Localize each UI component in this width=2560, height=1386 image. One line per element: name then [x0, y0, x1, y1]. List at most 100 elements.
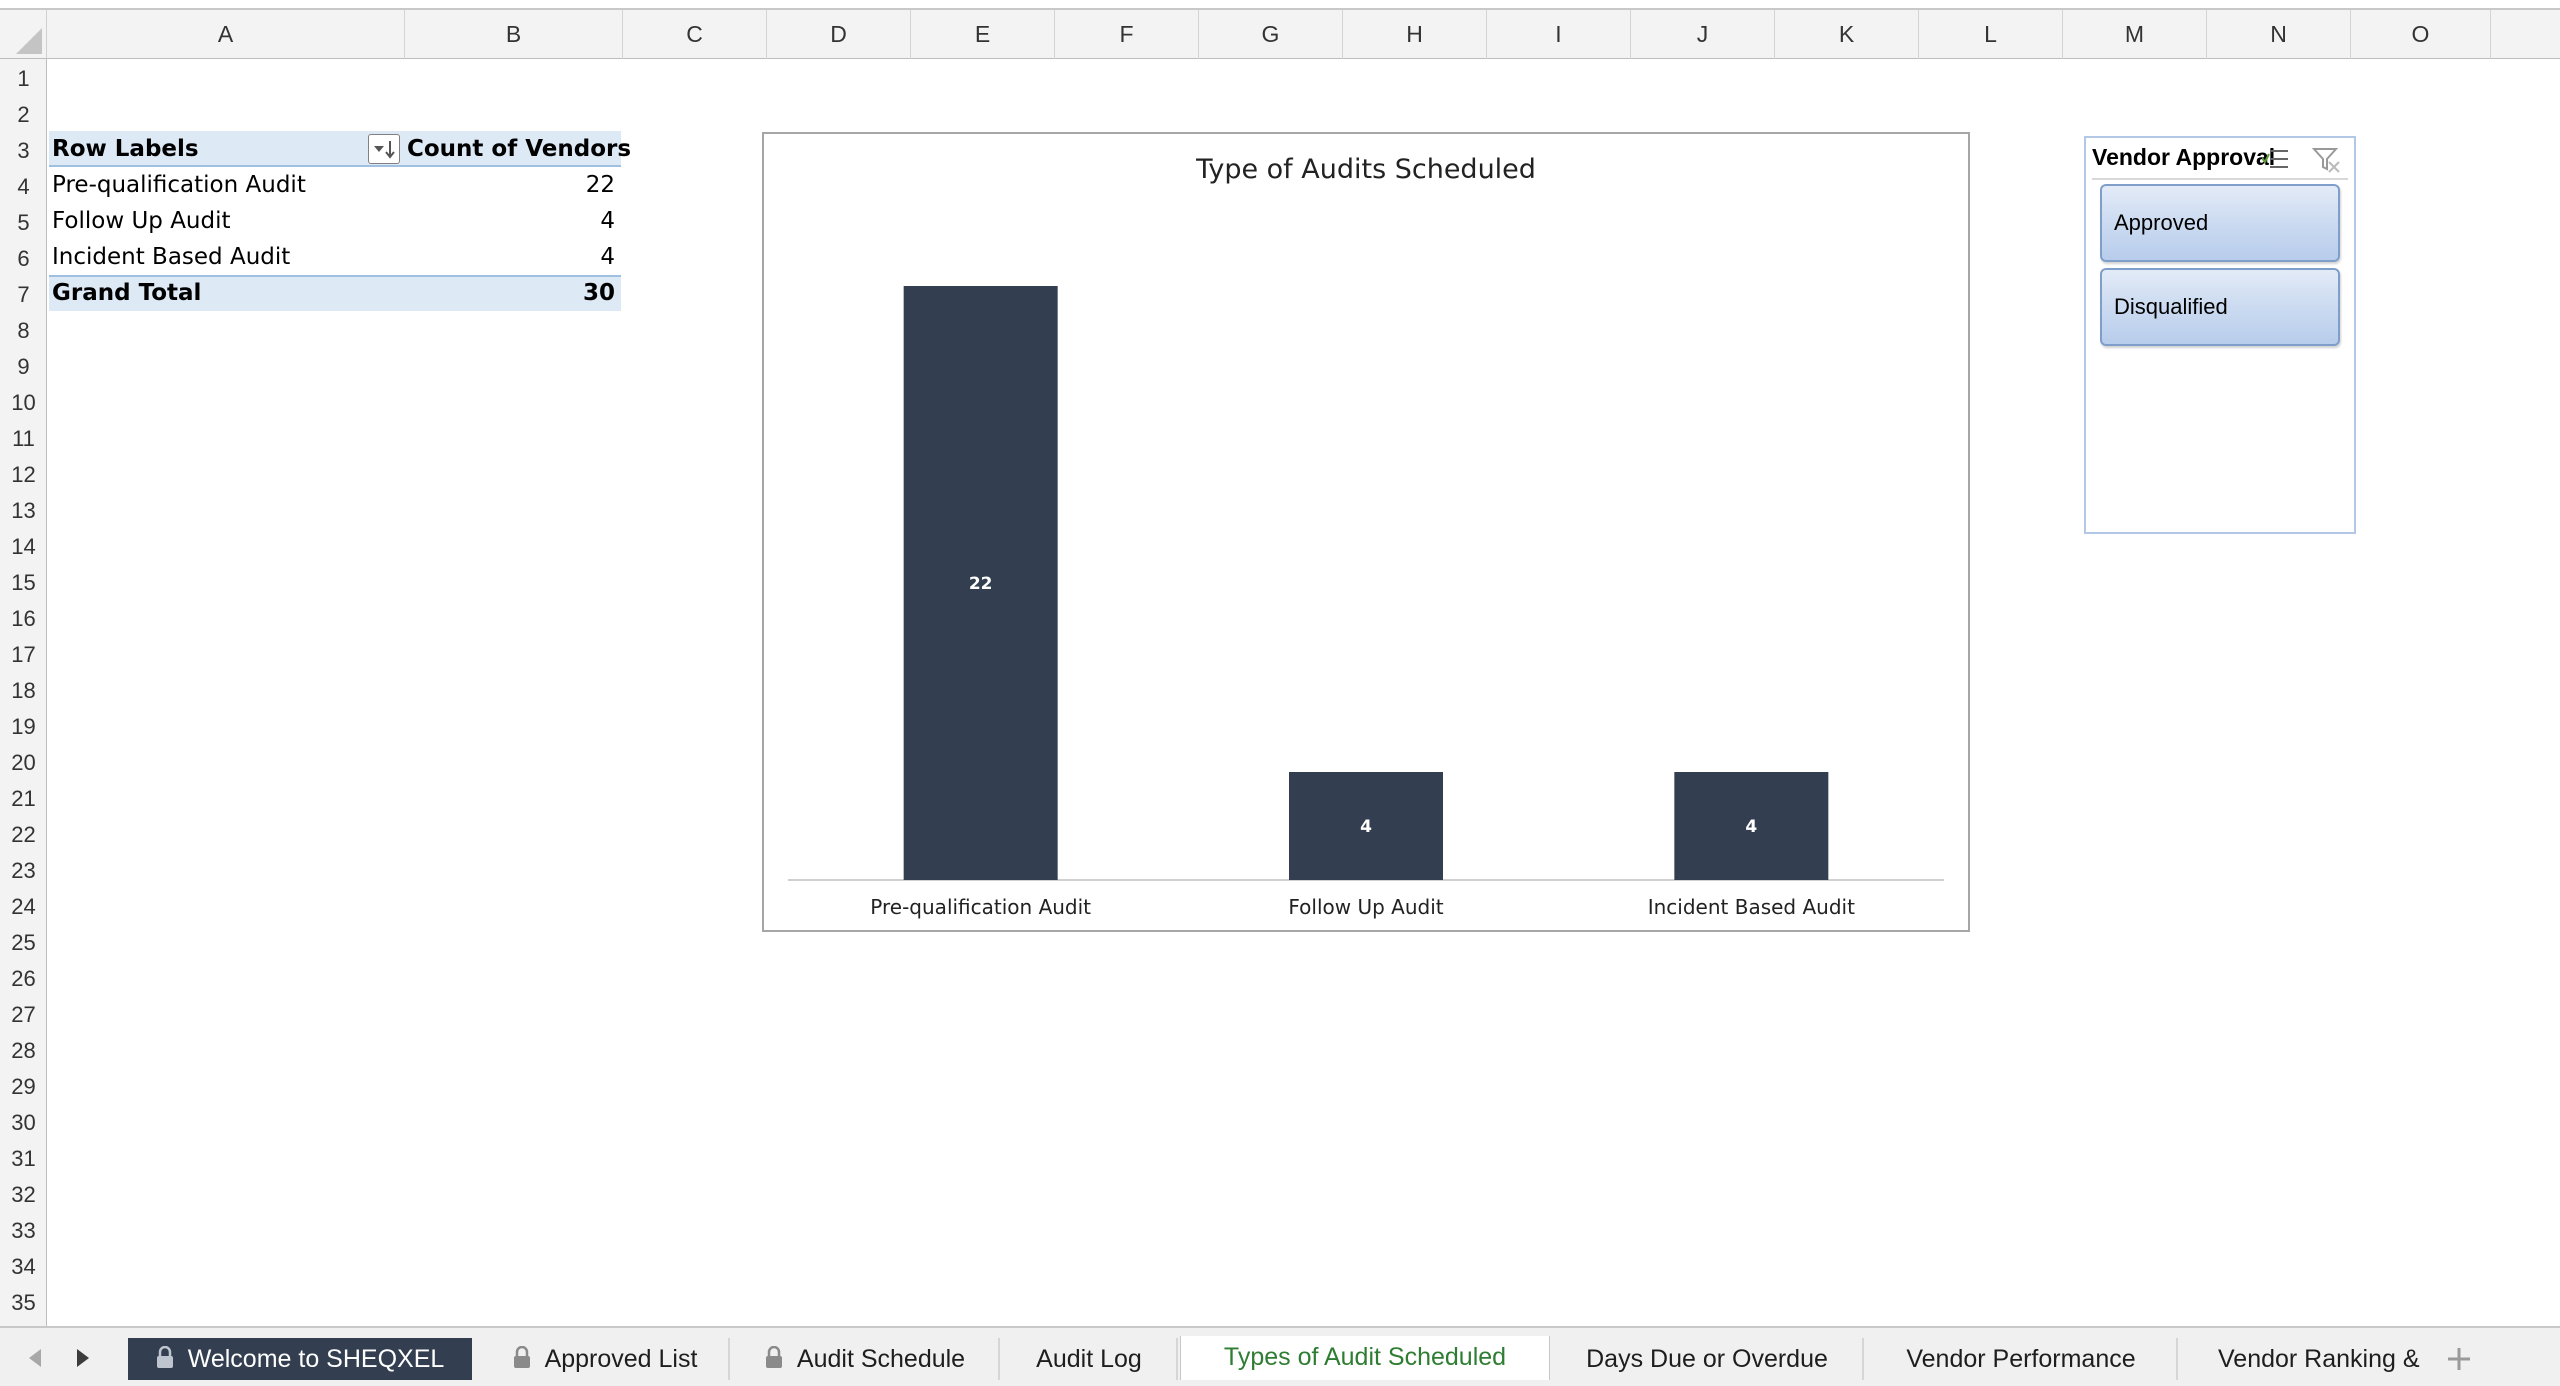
tab-audit-schedule[interactable]: Audit Schedule — [732, 1338, 1000, 1380]
row-header-4[interactable]: 4 — [0, 169, 47, 205]
lock-icon — [765, 1346, 782, 1369]
slicer-item-label: Approved — [2114, 210, 2209, 235]
column-header-o[interactable]: O — [2351, 10, 2491, 59]
row-header-8[interactable]: 8 — [0, 313, 47, 349]
multi-select-icon[interactable] — [2261, 146, 2290, 172]
tab-types-of-audit-scheduled[interactable]: Types of Audit Scheduled — [1180, 1336, 1550, 1380]
column-header-e[interactable]: E — [911, 10, 1055, 59]
row-header-23[interactable]: 23 — [0, 853, 47, 889]
slicer-item-approved[interactable]: Approved — [2100, 184, 2340, 262]
scroll-tabs-left-icon[interactable] — [24, 1346, 48, 1370]
select-all-corner[interactable] — [0, 10, 47, 59]
chart-canvas: Type of Audits Scheduled 22 Pre-qualificat… — [788, 154, 1944, 919]
column-header-b[interactable]: B — [405, 10, 623, 59]
row-header-19[interactable]: 19 — [0, 709, 47, 745]
tab-label: Approved List — [544, 1345, 698, 1373]
row-header-9[interactable]: 9 — [0, 349, 47, 385]
tab-days-due-or-overdue[interactable]: Days Due or Overdue — [1552, 1338, 1864, 1380]
tab-vendor-ranking[interactable]: Vendor Ranking & — [2180, 1338, 2420, 1380]
slicer-title: Vendor Approval — [2092, 144, 2276, 170]
chart-title: Type of Audits Scheduled — [1195, 154, 1536, 185]
column-header-h[interactable]: H — [1343, 10, 1487, 59]
row-header-7[interactable]: 7 — [0, 277, 47, 313]
row-header-17[interactable]: 17 — [0, 637, 47, 673]
tab-label: Types of Audit Scheduled — [1223, 1343, 1507, 1371]
tab-audit-log[interactable]: Audit Log — [1002, 1338, 1178, 1380]
row-header-31[interactable]: 31 — [0, 1141, 47, 1177]
row-header-34[interactable]: 34 — [0, 1249, 47, 1285]
tab-welcome-to-sheqxel[interactable]: Welcome to SHEQXEL — [128, 1338, 472, 1380]
row-header-13[interactable]: 13 — [0, 493, 47, 529]
column-header-bar[interactable]: ABCDEFGHIJKLMNO — [47, 10, 2560, 59]
select-all-triangle-icon — [16, 28, 42, 54]
pivot-filter-button[interactable] — [368, 134, 400, 164]
row-header-1[interactable]: 1 — [0, 61, 47, 97]
audit-type-bar-chart[interactable]: Type of Audits Scheduled 22 Pre-qualificat… — [762, 132, 1970, 932]
row-header-21[interactable]: 21 — [0, 781, 47, 817]
row-header-6[interactable]: 6 — [0, 241, 47, 277]
formula-bar-edge — [0, 0, 2560, 10]
chart-category-label: Follow Up Audit — [1288, 895, 1443, 919]
column-header-k[interactable]: K — [1775, 10, 1919, 59]
slicer-divider — [2092, 178, 2348, 180]
tab-label: Audit Schedule — [796, 1345, 966, 1373]
pivot-row-value[interactable]: 4 — [560, 244, 615, 270]
row-header-5[interactable]: 5 — [0, 205, 47, 241]
chart-category-label: Pre-qualification Audit — [870, 895, 1091, 919]
column-header-f[interactable]: F — [1055, 10, 1199, 59]
row-header-bar[interactable]: 1 2 3 4 5 6 7 8 9 10 11 12 13 14 15 16 17 18 19 20 21 22 23 24 2… — [0, 59, 47, 1326]
row-header-16[interactable]: 16 — [0, 601, 47, 637]
row-header-29[interactable]: 29 — [0, 1069, 47, 1105]
row-header-26[interactable]: 26 — [0, 961, 47, 997]
column-header-c[interactable]: C — [623, 10, 767, 59]
row-header-33[interactable]: 33 — [0, 1213, 47, 1249]
chart-data-label: 4 — [1360, 817, 1372, 837]
scroll-tabs-right-icon[interactable] — [70, 1346, 94, 1370]
column-header-n[interactable]: N — [2207, 10, 2351, 59]
row-header-27[interactable]: 27 — [0, 997, 47, 1033]
pivot-row-label[interactable]: Incident Based Audit — [52, 244, 290, 270]
vendor-approval-slicer[interactable]: Vendor Approval Approved Disqualified — [2084, 136, 2356, 534]
row-header-20[interactable]: 20 — [0, 745, 47, 781]
row-header-25[interactable]: 25 — [0, 925, 47, 961]
clear-filter-icon[interactable] — [2311, 146, 2342, 174]
row-header-14[interactable]: 14 — [0, 529, 47, 565]
pivot-row-label[interactable]: Follow Up Audit — [52, 208, 231, 234]
row-header-32[interactable]: 32 — [0, 1177, 47, 1213]
row-header-18[interactable]: 18 — [0, 673, 47, 709]
chart-category-label: Incident Based Audit — [1648, 895, 1855, 919]
row-header-12[interactable]: 12 — [0, 457, 47, 493]
slicer-item-disqualified[interactable]: Disqualified — [2100, 268, 2340, 346]
pivot-total-value[interactable]: 30 — [560, 280, 615, 306]
pivot-total-label[interactable]: Grand Total — [52, 280, 201, 306]
row-header-15[interactable]: 15 — [0, 565, 47, 601]
row-header-35[interactable]: 35 — [0, 1285, 47, 1321]
column-header-a[interactable]: A — [47, 10, 405, 59]
column-header-i[interactable]: I — [1487, 10, 1631, 59]
row-header-10[interactable]: 10 — [0, 385, 47, 421]
chart-data-label: 22 — [969, 574, 993, 594]
pivot-count-header[interactable]: Count of Vendors — [407, 136, 631, 162]
row-header-30[interactable]: 30 — [0, 1105, 47, 1141]
row-header-2[interactable]: 2 — [0, 97, 47, 133]
row-header-24[interactable]: 24 — [0, 889, 47, 925]
column-header-l[interactable]: L — [1919, 10, 2063, 59]
row-header-28[interactable]: 28 — [0, 1033, 47, 1069]
lock-icon — [156, 1346, 173, 1369]
add-sheet-icon[interactable] — [2444, 1344, 2474, 1374]
pivot-row-value[interactable]: 4 — [560, 208, 615, 234]
tab-approved-list[interactable]: Approved List — [482, 1338, 730, 1380]
tab-label: Audit Log — [1036, 1345, 1142, 1373]
column-header-m[interactable]: M — [2063, 10, 2207, 59]
tab-vendor-performance[interactable]: Vendor Performance — [1866, 1338, 2178, 1380]
row-header-3[interactable]: 3 — [0, 133, 47, 169]
column-header-j[interactable]: J — [1631, 10, 1775, 59]
pivot-row-value[interactable]: 22 — [560, 172, 615, 198]
column-header-g[interactable]: G — [1199, 10, 1343, 59]
row-header-11[interactable]: 11 — [0, 421, 47, 457]
sheet-tab-bar: Welcome to SHEQXEL Approved List Audit S… — [0, 1326, 2560, 1386]
row-header-22[interactable]: 22 — [0, 817, 47, 853]
column-header-d[interactable]: D — [767, 10, 911, 59]
pivot-row-label[interactable]: Pre-qualification Audit — [52, 172, 306, 198]
pivot-row-labels-header[interactable]: Row Labels — [52, 136, 199, 162]
